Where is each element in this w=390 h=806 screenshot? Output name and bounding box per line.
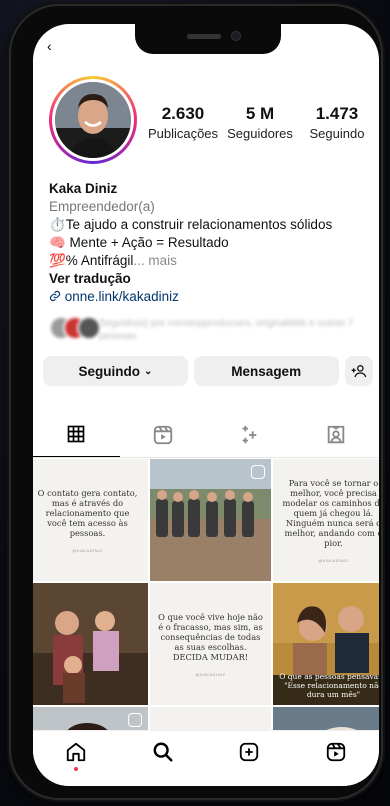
- chevron-down-icon: ⌄: [143, 365, 153, 377]
- profile-bio: Kaka Diniz Empreendedor(a) ⏱️Te ajudo a …: [49, 180, 369, 306]
- grid-icon: [67, 425, 85, 443]
- following-button[interactable]: Seguindo ⌄: [43, 356, 188, 386]
- post-signature: @KAKADINIZ: [318, 557, 349, 563]
- profile-name: Kaka Diniz: [49, 181, 118, 196]
- following-label: Seguindo: [309, 126, 365, 141]
- followers-label: Seguidores: [227, 126, 293, 141]
- follower-avatar: [77, 316, 101, 340]
- add-user-icon: [351, 365, 367, 378]
- post-quote-text: Para você se tornar o melhor, você preci…: [282, 477, 379, 548]
- notification-dot: [74, 767, 79, 771]
- reel-badge-icon: [251, 465, 265, 479]
- nav-reels[interactable]: [316, 741, 356, 763]
- reel-badge-icon: [128, 713, 142, 727]
- translate-link[interactable]: Ver tradução: [49, 270, 369, 288]
- post-thumbnail[interactable]: O que as pessoas pensavam: "Esse relacio…: [273, 583, 379, 705]
- followers-count: 5 M: [245, 104, 275, 123]
- reels-icon: [153, 425, 172, 444]
- post-quote-text: O que você vive hoje não é o fracasso, m…: [158, 611, 263, 662]
- tab-tagged[interactable]: [293, 412, 380, 457]
- post-signature: @KAKADINIZ: [195, 671, 226, 677]
- post-quote-text: O contato gera contato, mas é através do…: [37, 487, 138, 538]
- link-icon: [49, 290, 61, 302]
- reels-icon: [326, 742, 345, 762]
- screen: ‹ 2.630 Publicações 5 M Seguidores 1.473…: [33, 24, 379, 786]
- post-thumbnail[interactable]: O que você vive hoje não é o fracasso, m…: [150, 583, 271, 705]
- avatar: [55, 82, 131, 158]
- tab-effects[interactable]: [206, 412, 293, 457]
- followers-stat[interactable]: 5 M Seguidores: [222, 104, 298, 141]
- bottom-nav: [33, 730, 379, 786]
- post-thumbnail[interactable]: O contato gera contato, mas é através do…: [33, 459, 148, 581]
- posts-count: 2.630: [161, 104, 205, 123]
- followed-by[interactable]: Seguido(a) por nonstopproducoes, origina…: [49, 316, 369, 346]
- phone-frame: ‹ 2.630 Publicações 5 M Seguidores 1.473…: [11, 6, 381, 798]
- post-signature: @KAKADINIZ: [72, 547, 103, 553]
- following-stat[interactable]: 1.473 Seguindo: [299, 104, 375, 141]
- action-buttons: Seguindo ⌄ Mensagem: [43, 356, 373, 386]
- add-user-button[interactable]: [344, 356, 373, 386]
- post-thumbnail[interactable]: Para você se tornar o melhor, você preci…: [273, 459, 379, 581]
- profile-avatar-ring[interactable]: [49, 76, 137, 164]
- posts-label: Publicações: [147, 126, 219, 141]
- following-count: 1.473: [315, 104, 359, 123]
- nav-home[interactable]: [56, 741, 96, 771]
- bio-line: ⏱️Te ajudo a construir relacionamentos s…: [49, 217, 333, 232]
- tab-grid[interactable]: [33, 412, 120, 457]
- tab-reels[interactable]: [120, 412, 207, 457]
- profile-tabs: [33, 412, 379, 458]
- plus-square-icon: [240, 742, 259, 762]
- post-thumbnail[interactable]: [150, 459, 271, 581]
- family-photo: [33, 583, 148, 705]
- post-caption-overlay: O que as pessoas pensavam: "Esse relacio…: [279, 672, 379, 699]
- nav-search[interactable]: [143, 741, 183, 763]
- bio-line: 🧠 Mente + Ação = Resultado: [49, 235, 229, 250]
- post-thumbnail[interactable]: [33, 583, 148, 705]
- back-icon[interactable]: ‹: [47, 38, 52, 54]
- search-icon: [153, 742, 173, 762]
- followed-by-text: Seguido(a) por nonstopproducoes, origina…: [99, 318, 354, 342]
- profile-stats: 2.630 Publicações 5 M Seguidores 1.473 S…: [145, 104, 375, 141]
- bio-line-3: 💯% Antifrágil... mais: [49, 253, 177, 268]
- sparkle-icon: [242, 425, 257, 443]
- more-link[interactable]: ... mais: [133, 253, 177, 268]
- nav-create[interactable]: [229, 741, 269, 763]
- message-button[interactable]: Mensagem: [193, 356, 339, 386]
- tagged-icon: [327, 425, 344, 443]
- home-icon: [67, 742, 86, 762]
- notch: [135, 24, 281, 54]
- posts-stat[interactable]: 2.630 Publicações: [145, 104, 221, 141]
- profile-category: Empreendedor(a): [49, 199, 155, 214]
- profile-link[interactable]: onne.link/kakadiniz: [49, 288, 369, 306]
